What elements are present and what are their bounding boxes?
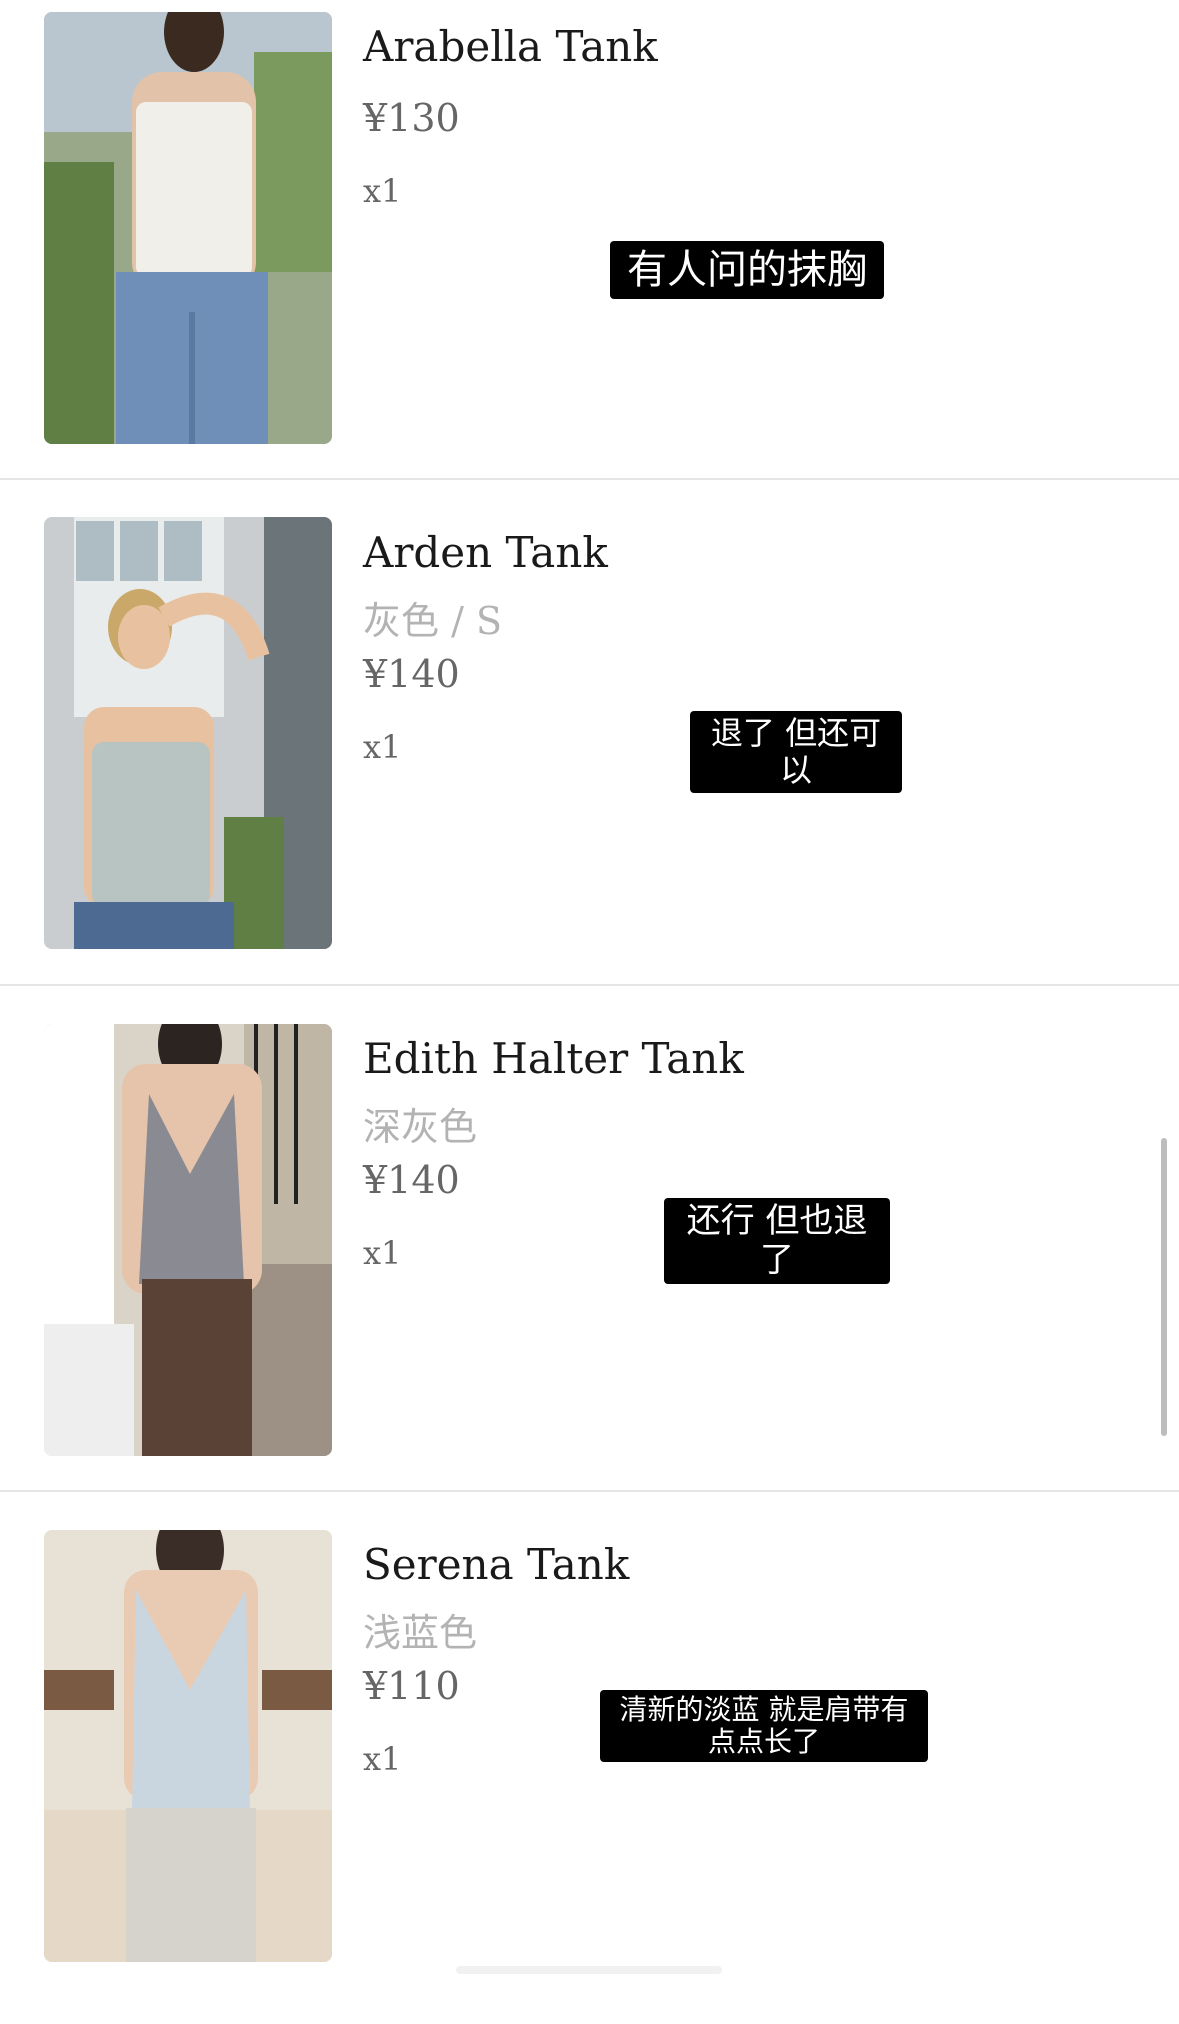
item-divider xyxy=(0,478,1179,480)
overlay-caption: 清新的淡蓝 就是肩带有点点长了 xyxy=(600,1690,928,1763)
product-photo[interactable] xyxy=(44,1024,332,1456)
product-price: ¥130 xyxy=(363,96,460,140)
item-divider xyxy=(0,984,1179,986)
order-item-edith[interactable]: Edith Halter Tank 深灰色 ¥140 x1 还行 但也退了 xyxy=(0,1012,1179,1518)
product-variant: 深灰色 xyxy=(363,1105,478,1149)
product-title[interactable]: Arden Tank xyxy=(363,528,608,577)
scrollbar[interactable] xyxy=(1161,1138,1167,1436)
product-quantity: x1 xyxy=(363,1740,402,1778)
item-divider xyxy=(0,1490,1179,1492)
product-title[interactable]: Arabella Tank xyxy=(363,22,658,71)
product-title[interactable]: Edith Halter Tank xyxy=(363,1034,744,1083)
product-quantity: x1 xyxy=(363,1234,402,1272)
product-variant: 灰色 / S xyxy=(363,599,502,643)
overlay-caption: 还行 但也退了 xyxy=(664,1198,890,1285)
product-photo[interactable] xyxy=(44,12,332,444)
product-price: ¥110 xyxy=(363,1664,460,1708)
product-price: ¥140 xyxy=(363,652,460,696)
product-variant: 浅蓝色 xyxy=(363,1611,478,1655)
order-item-serena[interactable]: Serena Tank 浅蓝色 ¥110 x1 清新的淡蓝 就是肩带有点点长了 xyxy=(0,1518,1179,2024)
product-quantity: x1 xyxy=(363,172,402,210)
product-quantity: x1 xyxy=(363,728,402,766)
overlay-caption: 有人问的抹胸 xyxy=(610,241,884,299)
product-price: ¥140 xyxy=(363,1158,460,1202)
product-photo[interactable] xyxy=(44,1530,332,1962)
order-item-arabella[interactable]: Arabella Tank ¥130 x1 有人问的抹胸 xyxy=(0,0,1179,506)
order-item-arden[interactable]: Arden Tank 灰色 / S ¥140 x1 退了 但还可以 xyxy=(0,506,1179,1012)
overlay-caption: 退了 但还可以 xyxy=(690,711,902,793)
product-photo[interactable] xyxy=(44,517,332,949)
product-title[interactable]: Serena Tank xyxy=(363,1540,629,1589)
home-indicator[interactable] xyxy=(456,1966,722,1974)
